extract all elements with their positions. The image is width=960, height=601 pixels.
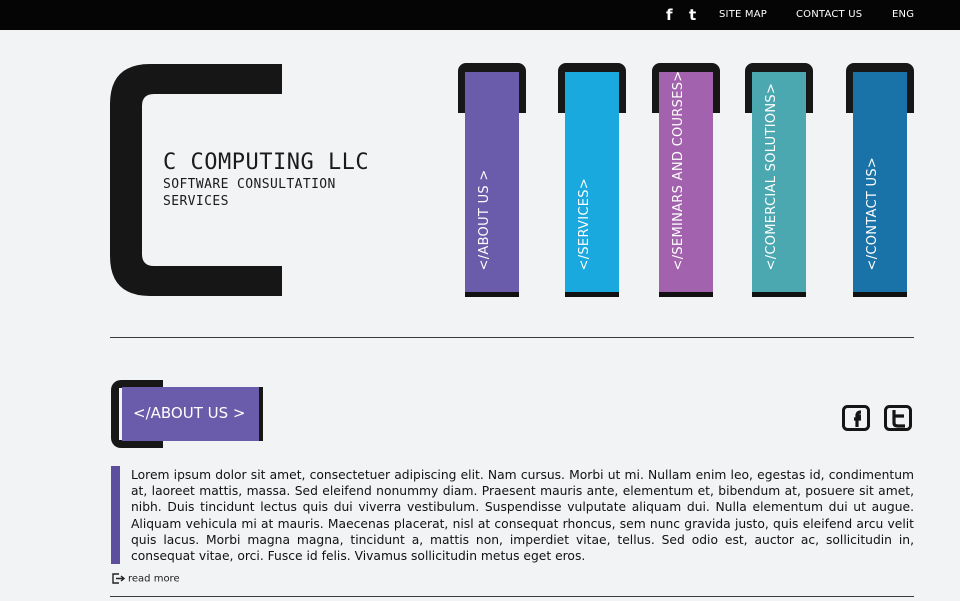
tab-foot bbox=[565, 292, 619, 297]
tab-body: </SERVICES> bbox=[565, 72, 619, 294]
company-name: C COMPUTING LLC SOFTWARE CONSULTATION SE… bbox=[163, 150, 369, 210]
read-more-icon bbox=[112, 573, 125, 584]
top-bar: f t SITE MAP CONTACT US ENG bbox=[0, 0, 960, 30]
nav-tab-about-us[interactable]: </ABOUT US > bbox=[458, 63, 526, 298]
nav-tab-services[interactable]: </SERVICES> bbox=[558, 63, 626, 298]
twitter-icon[interactable]: t bbox=[689, 7, 696, 23]
company-subtitle-1: SOFTWARE CONSULTATION bbox=[163, 177, 336, 192]
tab-label: </COMERCIAL SOLUTIONS> bbox=[764, 82, 779, 271]
read-more-label: read more bbox=[128, 573, 180, 585]
nav-tab-contact-us[interactable]: </CONTACT US> bbox=[846, 63, 914, 298]
tab-body: </COMERCIAL SOLUTIONS> bbox=[752, 72, 806, 294]
tab-body: </CONTACT US> bbox=[853, 72, 907, 294]
about-paragraph: Lorem ipsum dolor sit amet, consectetuer… bbox=[131, 468, 914, 564]
tab-label: </SEMINARS AND COURSES> bbox=[671, 70, 686, 271]
tab-foot bbox=[853, 292, 907, 297]
facebook-icon[interactable]: f bbox=[666, 7, 673, 23]
facebook-icon[interactable] bbox=[842, 405, 870, 431]
section-heading: </ABOUT US > bbox=[111, 380, 263, 450]
tab-foot bbox=[752, 292, 806, 297]
contact-us-link[interactable]: CONTACT US bbox=[796, 9, 862, 20]
tab-foot bbox=[465, 292, 519, 297]
divider-bottom bbox=[110, 596, 914, 597]
company-title: C COMPUTING LLC bbox=[163, 150, 370, 175]
quote-bar bbox=[111, 466, 120, 564]
site-map-link[interactable]: SITE MAP bbox=[719, 9, 767, 20]
heading-pill: </ABOUT US > bbox=[122, 387, 263, 441]
tab-body: </ABOUT US > bbox=[465, 72, 519, 294]
tab-label: </CONTACT US> bbox=[865, 156, 880, 271]
tab-foot bbox=[659, 292, 713, 297]
tab-label: </ABOUT US > bbox=[477, 169, 492, 271]
language-link[interactable]: ENG bbox=[892, 9, 914, 20]
company-subtitle-2: SERVICES bbox=[163, 194, 229, 209]
tab-body: </SEMINARS AND COURSES> bbox=[659, 70, 713, 294]
tab-label: </SERVICES> bbox=[577, 177, 592, 271]
nav-tab-comercial-solutions[interactable]: </COMERCIAL SOLUTIONS> bbox=[745, 63, 813, 298]
divider bbox=[110, 337, 914, 338]
nav-tab-seminars[interactable]: </SEMINARS AND COURSES> bbox=[652, 63, 720, 298]
twitter-icon[interactable] bbox=[884, 405, 912, 431]
section-title: </ABOUT US > bbox=[133, 404, 246, 422]
read-more-link[interactable]: read more bbox=[112, 573, 180, 585]
